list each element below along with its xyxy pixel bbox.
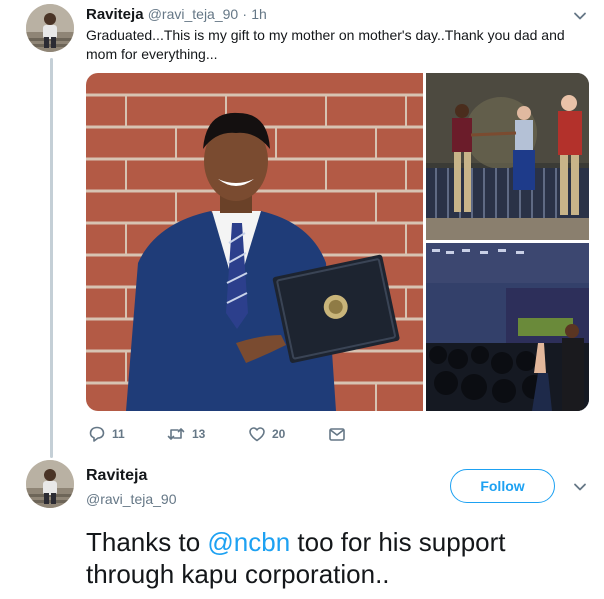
reply-count: 11 — [112, 427, 125, 441]
profile-avatar[interactable] — [26, 460, 74, 508]
retweet-button[interactable]: 13 — [166, 425, 205, 443]
user-handle[interactable]: @ravi_teja_90 — [86, 490, 177, 508]
display-name[interactable]: Raviteja — [86, 466, 147, 486]
retweet-count: 13 — [192, 427, 206, 441]
chevron-down-icon[interactable] — [571, 7, 589, 25]
retweet-icon — [166, 425, 186, 443]
like-count: 20 — [272, 427, 286, 441]
user-handle[interactable]: @ravi_teja_90 — [148, 6, 239, 22]
tweet-text: Thanks to @ncbn too for his support thro… — [86, 526, 586, 590]
separator-dot: · — [242, 6, 248, 22]
stage-handshake-photo[interactable] — [426, 73, 589, 240]
heart-icon — [248, 425, 266, 443]
graduation-ceremony-crowd-photo[interactable] — [426, 243, 589, 411]
envelope-icon — [328, 425, 346, 443]
profile-avatar[interactable] — [26, 4, 74, 52]
tweet-text-start: Thanks to — [86, 527, 208, 557]
like-button[interactable]: 20 — [248, 425, 285, 443]
tweet-timestamp[interactable]: 1h — [251, 6, 267, 22]
direct-message-button[interactable] — [328, 425, 346, 443]
mention-link[interactable]: @ncbn — [207, 527, 290, 557]
thread-connector-line — [50, 58, 53, 458]
graduate-holding-diploma-photo[interactable] — [86, 73, 423, 411]
follow-button[interactable]: Follow — [450, 469, 555, 503]
chevron-down-icon[interactable] — [571, 478, 589, 496]
reply-button[interactable]: 11 — [88, 425, 125, 443]
tweet-text: Graduated...This is my gift to my mother… — [86, 27, 565, 62]
reply-icon — [88, 425, 106, 443]
tweet-header: Raviteja @ravi_teja_90 · 1h — [86, 4, 267, 25]
display-name[interactable]: Raviteja — [86, 6, 144, 23]
tweet-media-grid[interactable] — [86, 73, 589, 411]
